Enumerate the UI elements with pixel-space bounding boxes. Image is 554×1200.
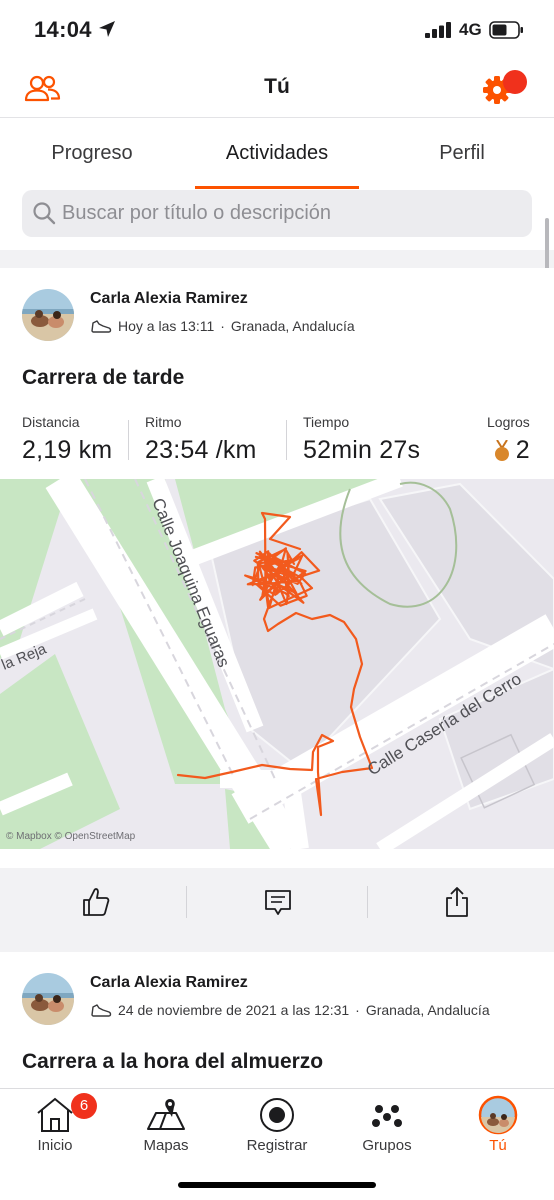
nav-label: Tú <box>489 1137 507 1154</box>
search-icon <box>33 202 56 225</box>
athlete-name[interactable]: Carla Alexia Ramirez <box>90 290 248 308</box>
stat-value: 23:54 /km <box>145 436 257 464</box>
activity-time: Hoy a las 13:11 <box>118 318 215 334</box>
status-time: 14:04 <box>34 17 92 42</box>
nav-registrar[interactable]: Registrar <box>222 1089 332 1159</box>
location-arrow-icon <box>99 21 115 37</box>
search-section <box>0 190 554 250</box>
stat-label: Tiempo <box>303 414 350 430</box>
stat-label: Distancia <box>22 414 80 430</box>
tab-progreso[interactable]: Progreso <box>7 142 177 165</box>
signal-icon <box>425 22 451 38</box>
comment-icon[interactable] <box>263 886 293 918</box>
nav-grupos[interactable]: Grupos <box>332 1089 442 1159</box>
stat-value: 2,19 km <box>22 436 113 464</box>
activity-meta: Hoy a las 13:11 · Granada, Andalucía <box>90 318 355 334</box>
tab-perfil[interactable]: Perfil <box>377 142 547 165</box>
page-title: Tú <box>264 75 290 98</box>
nav-label: Grupos <box>362 1137 412 1154</box>
nav-label: Mapas <box>143 1137 189 1154</box>
groups-icon <box>372 1105 402 1127</box>
activity-time: 24 de noviembre de 2021 a las 12:31 <box>118 1002 350 1018</box>
meta-separator: · <box>220 318 225 334</box>
share-icon[interactable] <box>442 886 472 918</box>
stat-label: Logros <box>487 414 530 430</box>
activity-map[interactable]: Calle Joaquina Eguaras Calle Casería del… <box>0 479 554 849</box>
medal-icon <box>494 439 509 461</box>
meta-separator: · <box>355 1002 360 1018</box>
nav-tu[interactable]: Tú <box>443 1089 553 1159</box>
run-shoe-icon <box>91 320 112 333</box>
battery-icon <box>489 21 523 39</box>
record-icon <box>260 1098 294 1132</box>
notification-badge: 6 <box>71 1093 97 1119</box>
stat-divider <box>128 420 129 460</box>
activity-location: Granada, Andalucía <box>230 318 355 334</box>
tab-actividades[interactable]: Actividades <box>192 142 362 165</box>
nav-mapas[interactable]: Mapas <box>111 1089 221 1159</box>
network-type: 4G <box>459 20 482 39</box>
stat-achievements[interactable]: Logros 2 <box>487 414 530 465</box>
nav-label: Registrar <box>246 1137 308 1154</box>
search-box[interactable] <box>22 190 532 237</box>
activity-title[interactable]: Carrera a la hora del almuerzo <box>22 1050 323 1074</box>
tab-bar: Progreso Actividades Perfil <box>0 118 554 190</box>
activity-actions <box>0 870 554 934</box>
stat-distance: Distancia 2,19 km <box>22 414 112 465</box>
home-indicator <box>178 1182 376 1188</box>
stat-divider <box>286 420 287 460</box>
stat-value: 2 <box>515 436 530 464</box>
street-label: la Reja <box>0 640 49 673</box>
map-icon <box>147 1099 185 1130</box>
run-shoe-icon <box>91 1004 112 1017</box>
avatar[interactable] <box>22 973 74 1025</box>
notification-dot <box>503 70 527 94</box>
status-bar: 14:04 4G <box>0 0 554 60</box>
search-input[interactable] <box>62 190 522 237</box>
stat-pace: Ritmo 23:54 /km <box>145 414 257 465</box>
app-header: Tú <box>0 60 554 118</box>
activity-meta: 24 de noviembre de 2021 a las 12:31 · Gr… <box>90 1002 490 1018</box>
stat-label: Ritmo <box>145 414 182 430</box>
activity-location: Granada, Andalucía <box>365 1002 490 1018</box>
thumbs-up-icon[interactable] <box>81 886 111 918</box>
stat-value: 52min 27s <box>303 436 421 464</box>
stat-time: Tiempo 52min 27s <box>303 414 420 465</box>
avatar[interactable] <box>22 289 74 341</box>
map-credit: © Mapbox © OpenStreetMap <box>6 831 136 842</box>
street-label: Calle Casería del Cerro <box>364 669 525 779</box>
active-tab-indicator <box>195 186 359 189</box>
nav-inicio[interactable]: 6 Inicio <box>0 1089 110 1159</box>
nav-label: Inicio <box>37 1137 73 1154</box>
action-divider <box>367 886 368 918</box>
athlete-name[interactable]: Carla Alexia Ramirez <box>90 974 248 992</box>
activity-title[interactable]: Carrera de tarde <box>22 366 184 390</box>
home-icon <box>37 1097 73 1132</box>
action-divider <box>186 886 187 918</box>
profile-avatar <box>478 1095 518 1135</box>
street-label: Calle Joaquina Eguaras <box>148 495 233 669</box>
